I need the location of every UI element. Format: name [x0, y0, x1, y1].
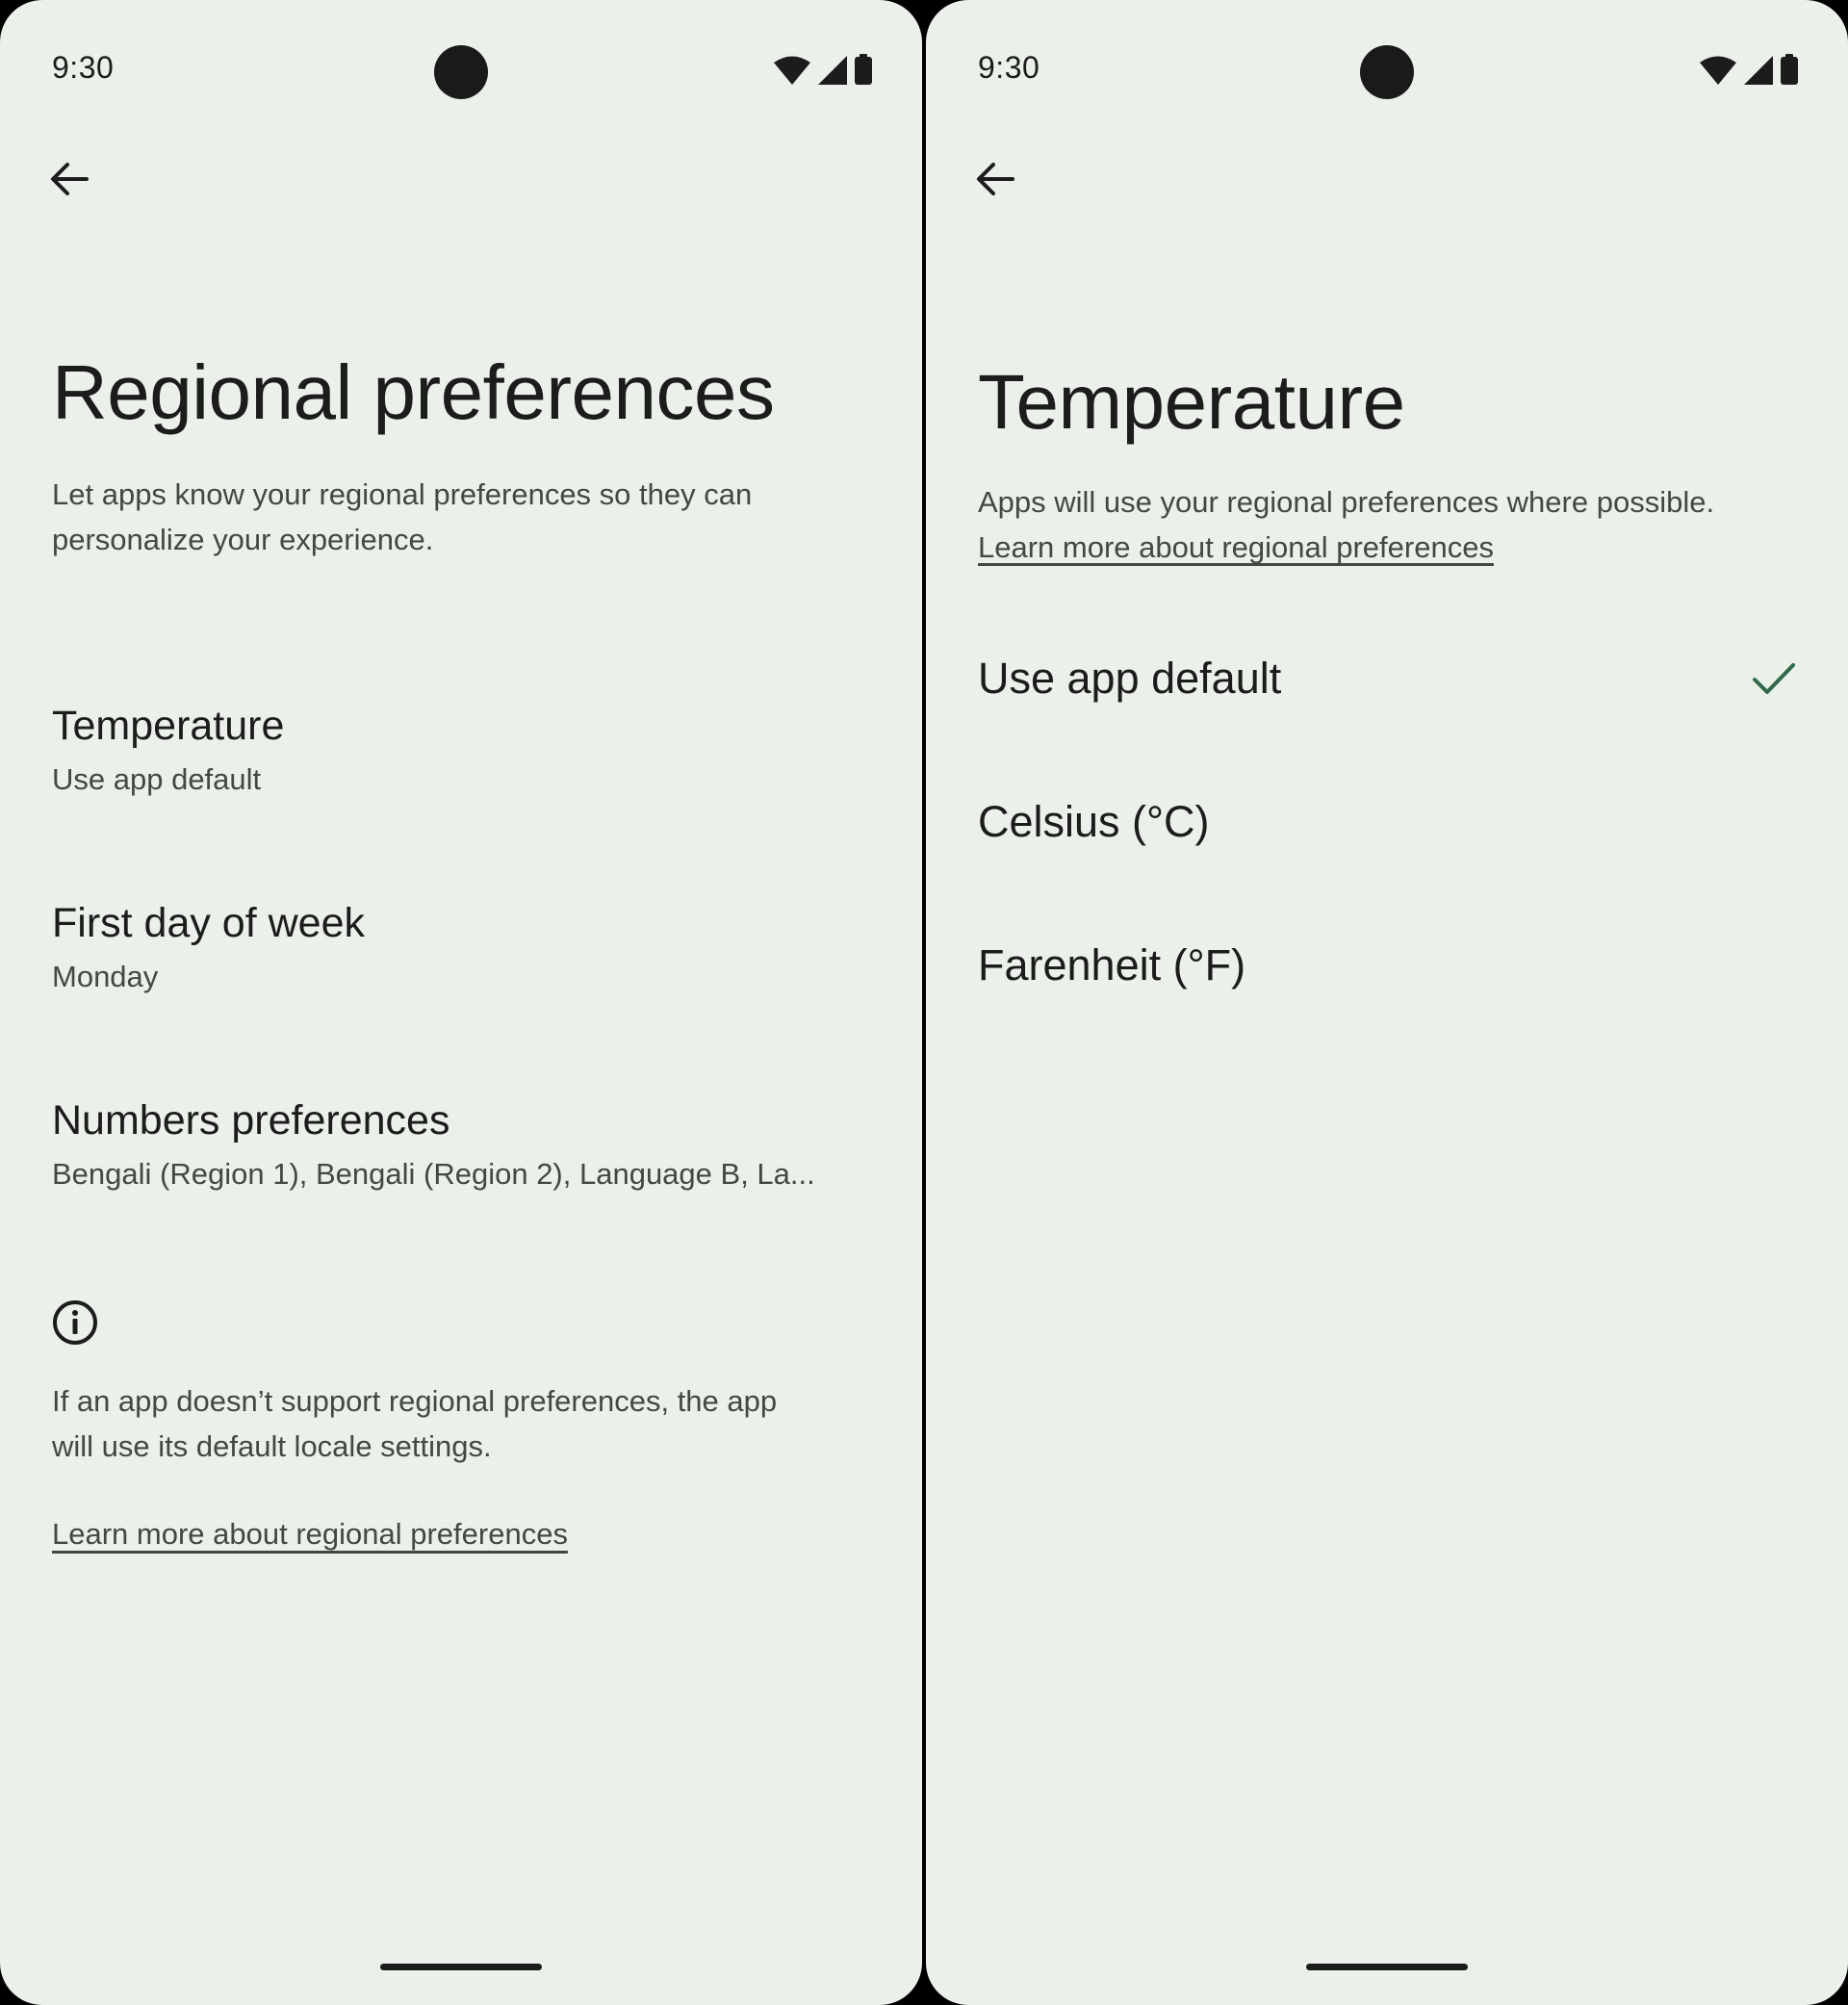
cellular-signal-icon	[1744, 56, 1773, 85]
option-celsius[interactable]: Celsius (°C)	[978, 774, 1796, 870]
page-description: Apps will use your regional preferences …	[978, 479, 1767, 570]
pref-item-temperature[interactable]: Temperature Use app default	[52, 699, 880, 799]
dual-screen-stage: 9:30 Regional preferences Let apps know …	[0, 0, 1848, 2005]
regional-preferences-screen: 9:30 Regional preferences Let apps know …	[0, 0, 922, 2005]
info-icon	[53, 1300, 97, 1345]
wifi-icon	[1700, 56, 1736, 85]
pref-summary: Use app default	[52, 762, 262, 796]
status-time: 9:30	[978, 50, 1040, 85]
wifi-icon	[774, 56, 810, 85]
pref-title: Numbers preferences	[52, 1097, 450, 1144]
page-description: Let apps know your regional preferences …	[52, 477, 753, 556]
back-button[interactable]	[976, 152, 1038, 206]
status-time: 9:30	[52, 50, 115, 85]
option-farenheit[interactable]: Farenheit (°F)	[978, 917, 1796, 1014]
temperature-screen: 9:30 Temperature Apps will use your regi…	[926, 0, 1848, 2005]
cellular-signal-icon	[818, 56, 847, 85]
page-title: Regional preferences	[52, 349, 775, 435]
camera-cutout	[434, 45, 488, 99]
gesture-nav-handle[interactable]	[1306, 1964, 1468, 1970]
pref-item-first-day-of-week[interactable]: First day of week Monday	[52, 896, 880, 996]
battery-icon	[1781, 54, 1798, 85]
footer-info-text: If an app doesn’t support regional prefe…	[52, 1384, 778, 1463]
option-label: Use app default	[978, 654, 1282, 703]
check-icon	[1753, 663, 1795, 694]
pref-title: Temperature	[52, 703, 285, 749]
pref-title: First day of week	[52, 900, 365, 946]
option-use-app-default[interactable]: Use app default	[978, 630, 1796, 727]
pref-summary: Monday	[52, 960, 159, 993]
learn-more-link[interactable]: Learn more about regional preferences	[52, 1517, 568, 1552]
page-title: Temperature	[978, 359, 1405, 445]
battery-icon	[855, 54, 872, 85]
pref-summary: Bengali (Region 1), Bengali (Region 2), …	[52, 1157, 815, 1191]
status-icons	[774, 54, 872, 85]
learn-more-link[interactable]: Learn more about regional preferences	[978, 530, 1494, 564]
description-text: Apps will use your regional preferences …	[978, 485, 1715, 519]
option-label: Celsius (°C)	[978, 797, 1210, 846]
status-icons	[1700, 54, 1798, 85]
pref-item-numbers-preferences[interactable]: Numbers preferences Bengali (Region 1), …	[52, 1093, 880, 1194]
option-label: Farenheit (°F)	[978, 940, 1246, 990]
arrow-back-icon	[977, 163, 1014, 195]
camera-cutout	[1360, 45, 1414, 99]
arrow-back-icon	[51, 163, 89, 195]
gesture-nav-handle[interactable]	[380, 1964, 542, 1970]
back-button[interactable]	[50, 152, 112, 206]
